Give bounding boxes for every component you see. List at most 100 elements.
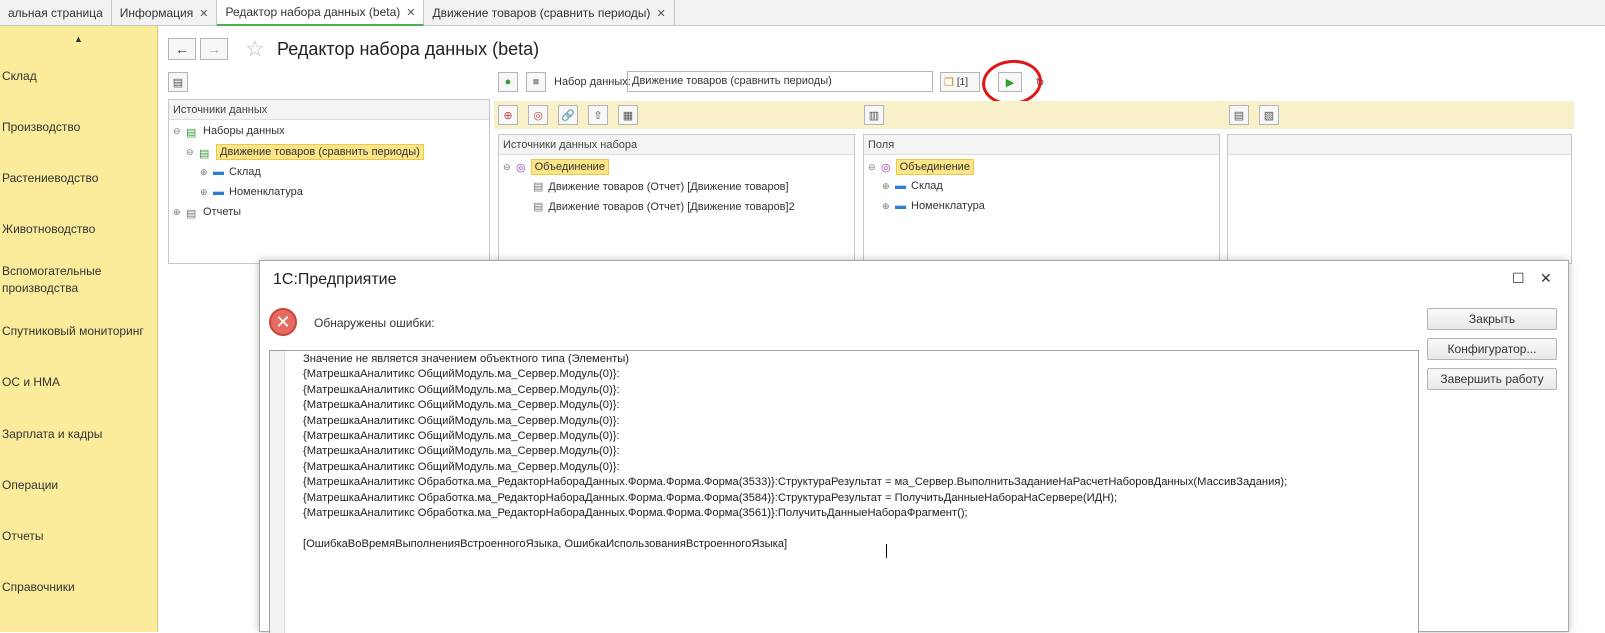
back-button[interactable]: ←: [168, 38, 196, 60]
tree-label: Номенклатура: [229, 186, 303, 198]
error-text-area[interactable]: Значение не является значением объектног…: [269, 350, 1419, 633]
scroll-up-icon[interactable]: ▲: [0, 26, 157, 52]
close-button[interactable]: Закрыть: [1427, 308, 1557, 330]
tab-goods-movement[interactable]: Движение товаров (сравнить периоды) ✕: [424, 0, 675, 26]
error-text-line: {МатрешкаАналитикс ОбщийМодуль.ма_Сервер…: [303, 383, 620, 396]
tab-label: Информация: [119, 6, 194, 20]
error-text-line: {МатрешкаАналитикс ОбщийМодуль.ма_Сервер…: [303, 445, 620, 458]
tab-dataset-editor[interactable]: Редактор набора данных (beta) ✕: [217, 0, 425, 26]
sidebar-item-satellite[interactable]: Спутниковый мониторинг: [2, 323, 152, 340]
configurator-button[interactable]: Конфигуратор...: [1427, 338, 1557, 360]
copy-icon: ❐: [944, 76, 954, 89]
close-icon[interactable]: ✕: [1540, 270, 1552, 287]
expand-icon[interactable]: ⊕: [173, 207, 181, 218]
exit-button[interactable]: Завершить работу: [1427, 368, 1557, 390]
collapse-icon[interactable]: ⊖: [868, 162, 876, 173]
tree-label: Объединение: [895, 159, 974, 175]
sidebar-item-assets[interactable]: ОС и НМА: [2, 374, 152, 391]
forward-button[interactable]: →: [200, 38, 228, 60]
sidebar-item-livestock[interactable]: Животноводство: [2, 221, 152, 238]
close-icon[interactable]: ✕: [656, 7, 665, 20]
tree-label: Отчеты: [203, 206, 242, 218]
sidebar-item-payroll[interactable]: Зарплата и кадры: [2, 426, 152, 443]
tree-label: Движение товаров (Отчет) [Движение товар…: [548, 200, 795, 213]
tree-label: Номенклатура: [911, 200, 985, 212]
fields-button[interactable]: ▥: [864, 105, 884, 125]
sidebar-item-catalogs[interactable]: Справочники: [2, 579, 152, 596]
dataset-field[interactable]: Движение товаров (сравнить периоды): [627, 71, 933, 92]
sidebar: ▲ Склад Производство Растениеводство Жив…: [0, 26, 158, 632]
tree-row-nomenclature[interactable]: ⊕ ▬ Номенклатура: [200, 186, 303, 198]
tab-info[interactable]: Информация ✕: [112, 0, 218, 26]
star-icon[interactable]: ☆: [245, 36, 265, 62]
tab-home[interactable]: альная страница: [0, 0, 112, 26]
error-text: Значение не является значением объектног…: [303, 352, 1287, 552]
collapse-icon[interactable]: ⊖: [186, 147, 194, 158]
count-label: [1]: [956, 76, 968, 88]
tree-row-field-warehouse[interactable]: ⊕ ▬ Склад: [882, 180, 943, 192]
reports-icon: ▤: [186, 208, 197, 220]
field-icon: ▬: [213, 166, 224, 178]
stop-button[interactable]: ■: [526, 72, 546, 92]
expand-icon[interactable]: ⊕: [200, 167, 208, 178]
text-gutter: [270, 351, 285, 633]
error-text-line: {МатрешкаАналитикс Обработка.ма_Редактор…: [303, 507, 968, 520]
tree-row-field-nomenclature[interactable]: ⊕ ▬ Номенклатура: [882, 200, 985, 212]
tree-row-selected-dataset[interactable]: ⊖ ▤ Движение товаров (сравнить периоды): [186, 144, 424, 160]
copy-button[interactable]: ❐ [1]: [940, 72, 980, 92]
tab-label: Редактор набора данных (beta): [225, 5, 401, 19]
dialog-message: Обнаружены ошибки:: [314, 316, 435, 330]
tree-row-warehouse[interactable]: ⊕ ▬ Склад: [200, 166, 261, 178]
error-text-line: {МатрешкаАналитикс ОбщийМодуль.ма_Сервер…: [303, 368, 620, 381]
page-title: Редактор набора данных (beta): [277, 39, 540, 59]
tree-label: Наборы данных: [203, 125, 285, 137]
link-button[interactable]: 🔗: [558, 105, 578, 125]
tree-row-source-1[interactable]: ▤ Движение товаров (Отчет) [Движение тов…: [533, 180, 789, 194]
tree-row-datasets[interactable]: ⊖ ▤ Наборы данных: [173, 125, 285, 139]
table-button[interactable]: ▦: [618, 105, 638, 125]
sidebar-item-operations[interactable]: Операции: [2, 477, 152, 494]
tab-label: Движение товаров (сравнить периоды): [432, 6, 651, 20]
dataset-label: Набор данных:: [554, 76, 631, 88]
sidebar-item-warehouse[interactable]: Склад: [2, 68, 152, 85]
error-icon: ✕: [269, 308, 297, 336]
collapse-icon[interactable]: ⊖: [503, 162, 511, 173]
maximize-icon[interactable]: ☐: [1512, 270, 1525, 287]
report-icon: ▤: [533, 181, 544, 193]
error-dialog: 1С:Предприятие ☐ ✕ ✕ Обнаружены ошибки: …: [259, 260, 1569, 633]
tree-row-source-2[interactable]: ▤ Движение товаров (Отчет) [Движение тов…: [533, 200, 795, 214]
collapse-icon[interactable]: ⊖: [173, 126, 181, 137]
error-text-line: Значение не является значением объектног…: [303, 353, 630, 365]
report-icon: ▤: [533, 201, 544, 213]
panels-toolbar: [494, 101, 1574, 129]
export-button[interactable]: ⇧: [588, 105, 608, 125]
sidebar-item-auxiliary[interactable]: Вспомогательные производства: [2, 263, 152, 297]
union-icon: ◎: [516, 161, 526, 174]
panel-header: [1228, 135, 1571, 155]
set-sources-panel: Источники данных набора: [498, 134, 855, 264]
group-button[interactable]: ▧: [1259, 105, 1279, 125]
close-icon[interactable]: ✕: [406, 6, 415, 19]
union-button[interactable]: ◎: [528, 105, 548, 125]
datasets-icon: ▤: [186, 127, 197, 139]
tree-settings-button[interactable]: ▤: [168, 72, 188, 92]
sidebar-item-reports[interactable]: Отчеты: [2, 528, 152, 545]
sidebar-item-production[interactable]: Производство: [2, 119, 152, 136]
dataset-icon: ▤: [199, 148, 210, 160]
tree-label: Движение товаров (сравнить периоды): [216, 144, 424, 160]
tab-bar: альная страница Информация ✕ Редактор наб…: [0, 0, 1605, 26]
add-button[interactable]: ●: [498, 72, 518, 92]
expand-icon[interactable]: ⊕: [200, 187, 208, 198]
tree-row-fields-union[interactable]: ⊖ ◎ Объединение: [868, 159, 974, 175]
tree-row-union[interactable]: ⊖ ◎ Объединение: [503, 159, 609, 175]
tree-label: Движение товаров (Отчет) [Движение товар…: [548, 180, 789, 193]
field-icon: ▬: [895, 200, 906, 212]
sidebar-item-crops[interactable]: Растениеводство: [2, 170, 152, 187]
add-source-button[interactable]: ⊕: [498, 105, 518, 125]
calc-button[interactable]: ▤: [1229, 105, 1249, 125]
tree-row-reports[interactable]: ⊕ ▤ Отчеты: [173, 206, 242, 220]
panel-header: Источники данных набора: [499, 135, 854, 155]
expand-icon[interactable]: ⊕: [882, 181, 890, 192]
expand-icon[interactable]: ⊕: [882, 201, 890, 212]
close-icon[interactable]: ✕: [199, 7, 208, 20]
